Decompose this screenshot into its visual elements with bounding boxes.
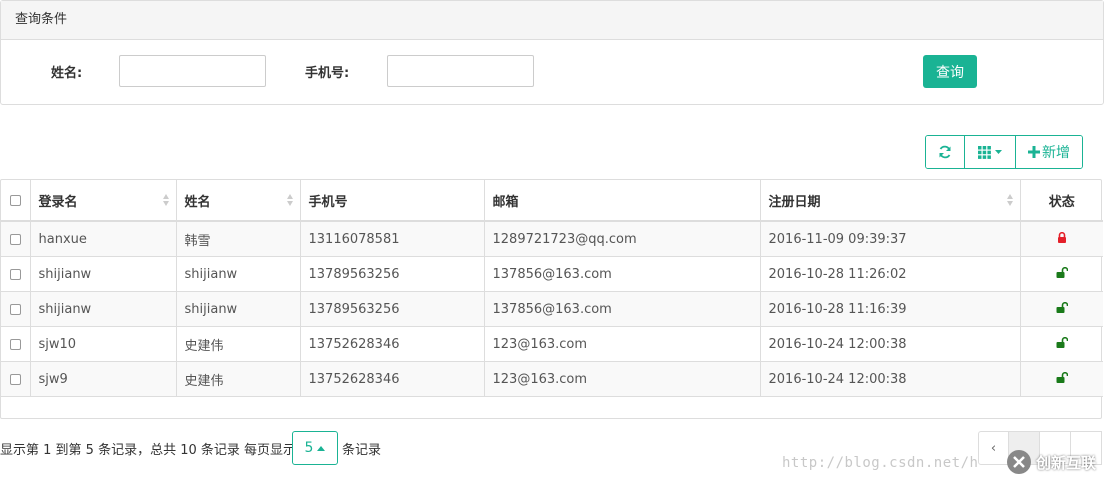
cell-email: 123@163.com	[484, 361, 761, 397]
table-row[interactable]: sjw10 史建伟 13752628346 123@163.com 2016-10-24…	[1, 326, 1103, 362]
unlock-icon[interactable]	[1056, 266, 1069, 282]
col-name[interactable]: 姓名	[176, 180, 301, 222]
cell-email: 137856@163.com	[484, 256, 761, 292]
row-checkbox[interactable]	[9, 303, 21, 315]
row-select-cell	[1, 361, 31, 397]
sort-icon	[286, 194, 293, 206]
select-all-cell	[1, 180, 31, 222]
query-panel: 查询条件	[0, 0, 1104, 105]
cell-date: 2016-11-09 09:39:37	[760, 221, 1021, 257]
brand-logo-icon	[1007, 450, 1031, 474]
panel-title: 查询条件	[1, 1, 1103, 40]
unlock-icon[interactable]	[1056, 371, 1069, 387]
cell-phone: 13116078581	[300, 221, 485, 257]
row-select-cell	[1, 221, 31, 257]
col-name-label: 姓名	[184, 194, 211, 210]
cell-email: 123@163.com	[484, 326, 761, 362]
name-label: 姓名:	[51, 66, 83, 81]
plus-icon	[1028, 146, 1040, 158]
select-all-checkbox[interactable]	[9, 194, 21, 206]
row-checkbox[interactable]	[9, 373, 21, 385]
cell-date: 2016-10-28 11:16:39	[760, 291, 1021, 327]
col-phone-label: 手机号	[308, 194, 348, 210]
cell-login: sjw10	[30, 326, 177, 362]
col-date[interactable]: 注册日期	[760, 180, 1021, 222]
cell-status[interactable]	[1020, 256, 1103, 292]
pagination-summary: 显示第 1 到第 5 条记录，总共 10 条记录 每页显示	[0, 443, 297, 458]
page-size-value: 5	[304, 440, 314, 456]
sort-icon	[162, 194, 169, 206]
cell-login: shijianw	[30, 256, 177, 292]
col-email: 邮箱	[484, 180, 761, 222]
table-row[interactable]: hanxue 韩雪 13116078581 1289721723@qq.com 2016…	[1, 221, 1103, 257]
refresh-icon	[939, 145, 951, 159]
cell-status[interactable]	[1020, 361, 1103, 397]
cell-phone: 13752628346	[300, 361, 485, 397]
cell-phone: 13789563256	[300, 291, 485, 327]
columns-button[interactable]	[965, 136, 1016, 168]
table-toolbar: 新增	[925, 135, 1083, 169]
col-login[interactable]: 登录名	[30, 180, 177, 222]
search-button[interactable]: 查询	[923, 55, 977, 88]
cell-login: sjw9	[30, 361, 177, 397]
row-select-cell	[1, 256, 31, 292]
watermark-url: http://blog.csdn.net/h	[782, 455, 979, 471]
table-row[interactable]: shijianw shijianw 13789563256 137856@163.co…	[1, 256, 1103, 292]
table-row[interactable]: sjw9 史建伟 13752628346 123@163.com 2016-10-24 …	[1, 361, 1103, 397]
cell-name: 韩雪	[176, 221, 301, 257]
cell-phone: 13752628346	[300, 326, 485, 362]
cell-phone: 13789563256	[300, 256, 485, 292]
cell-status[interactable]	[1020, 291, 1103, 327]
cell-status[interactable]	[1020, 326, 1103, 362]
table-row[interactable]: shijianw shijianw 13789563256 137856@163.co…	[1, 291, 1103, 327]
cell-name: shijianw	[176, 256, 301, 292]
cell-name: shijianw	[176, 291, 301, 327]
col-phone: 手机号	[300, 180, 485, 222]
col-date-label: 注册日期	[768, 194, 821, 210]
refresh-button[interactable]	[926, 136, 965, 168]
cell-status[interactable]	[1020, 221, 1103, 257]
cell-name: 史建伟	[176, 326, 301, 362]
user-table: 登录名 姓名 手机号 邮箱 注册日期 状态 hanxue 韩雪 1311607858…	[0, 179, 1103, 419]
cell-login: shijianw	[30, 291, 177, 327]
caret-down-icon	[995, 150, 1002, 154]
lock-icon[interactable]	[1057, 231, 1067, 247]
cell-login: hanxue	[30, 221, 177, 257]
unlock-icon[interactable]	[1056, 301, 1069, 317]
row-checkbox[interactable]	[9, 338, 21, 350]
brand-logo: 创新互联	[1006, 449, 1096, 475]
table-header-row: 登录名 姓名 手机号 邮箱 注册日期 状态	[1, 180, 1103, 222]
row-select-cell	[1, 326, 31, 362]
caret-up-icon	[317, 445, 326, 451]
name-input[interactable]	[119, 55, 266, 87]
row-select-cell	[1, 291, 31, 327]
col-status-label: 状态	[1048, 194, 1075, 210]
page-size-dropdown[interactable]: 5	[292, 431, 338, 465]
col-email-label: 邮箱	[492, 194, 519, 210]
cell-name: 史建伟	[176, 361, 301, 397]
phone-input[interactable]	[387, 55, 534, 87]
cell-date: 2016-10-24 12:00:38	[760, 361, 1021, 397]
prev-page-button[interactable]: ‹	[978, 431, 1009, 465]
cell-date: 2016-10-24 12:00:38	[760, 326, 1021, 362]
add-button[interactable]: 新增	[1016, 136, 1082, 168]
row-checkbox[interactable]	[9, 268, 21, 280]
brand-text: 创新互联	[1036, 453, 1097, 472]
row-checkbox[interactable]	[9, 233, 21, 245]
sort-icon	[1006, 194, 1013, 206]
cell-email: 1289721723@qq.com	[484, 221, 761, 257]
col-status: 状态	[1020, 180, 1103, 222]
unlock-icon[interactable]	[1056, 336, 1069, 352]
cell-email: 137856@163.com	[484, 291, 761, 327]
pagination-suffix: 条记录	[342, 443, 382, 458]
add-button-label: 新增	[1042, 145, 1070, 161]
cell-date: 2016-10-28 11:26:02	[760, 256, 1021, 292]
col-login-label: 登录名	[38, 194, 78, 210]
phone-label: 手机号:	[305, 66, 350, 81]
grid-icon	[978, 145, 991, 159]
